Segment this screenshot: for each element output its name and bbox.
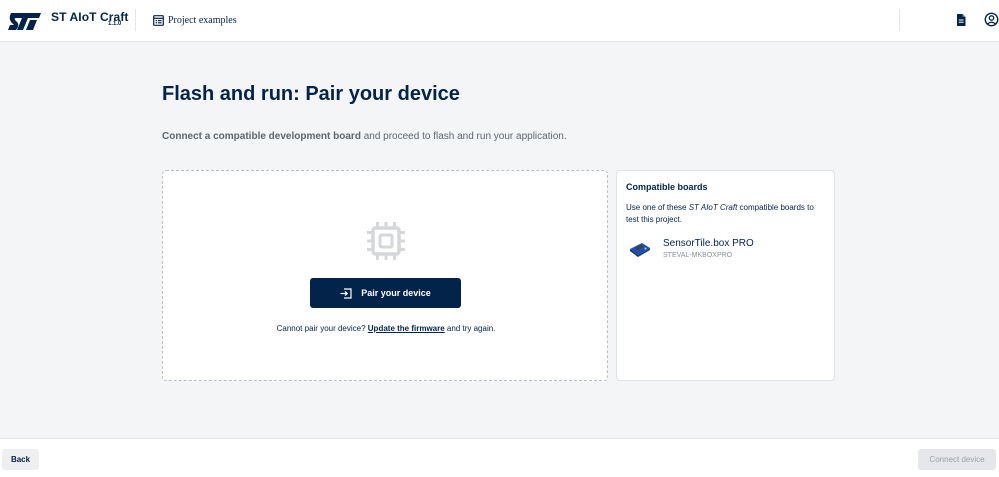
footer-bar: Back Connect device xyxy=(0,438,999,477)
compatible-boards-title: Compatible boards xyxy=(626,182,708,192)
header-divider xyxy=(899,9,900,31)
pair-help-prefix: Cannot pair your device? xyxy=(276,324,368,333)
page-title-prefix: Flash and run: xyxy=(162,83,306,105)
app-version: 1.1.0 xyxy=(108,21,122,27)
board-name: SensorTile.box PRO xyxy=(663,238,754,249)
user-account-icon[interactable] xyxy=(984,12,999,27)
pair-device-panel: Pair your device Cannot pair your device… xyxy=(162,170,608,381)
board-code: STEVAL-MKBOXPRO xyxy=(663,252,733,259)
boards-desc-app-name: ST AIoT Craft xyxy=(688,203,738,212)
compatible-boards-description: Use one of these ST AIoT Craft compatibl… xyxy=(626,202,826,226)
document-icon[interactable] xyxy=(954,13,968,27)
pair-login-icon xyxy=(340,287,352,299)
pair-help-text: Cannot pair your device? Update the firm… xyxy=(163,324,609,333)
project-list-icon xyxy=(153,14,164,26)
page-subtitle: Connect a compatible development board a… xyxy=(162,131,567,142)
page-subtitle-rest: and proceed to flash and run your applic… xyxy=(360,131,567,142)
header-divider xyxy=(135,9,136,31)
page-title-strong: Pair your device xyxy=(305,83,460,105)
page-title: Flash and run: Pair your device xyxy=(162,83,460,106)
board-item-sensortile-box-pro[interactable]: SensorTile.box PRO STEVAL-MKBOXPRO xyxy=(626,238,826,264)
pair-help-suffix: and try again. xyxy=(444,324,496,333)
page-subtitle-strong: Connect a compatible development board xyxy=(162,131,361,142)
chip-icon xyxy=(367,222,405,260)
st-logo-icon[interactable] xyxy=(7,10,43,32)
connect-device-button[interactable]: Connect device xyxy=(918,449,996,470)
nav-project-examples-label: Project examples xyxy=(168,14,237,26)
boards-desc-prefix: Use one of these xyxy=(626,203,689,212)
update-firmware-link[interactable]: Update the firmware xyxy=(368,324,445,333)
compatible-boards-panel: Compatible boards Use one of these ST AI… xyxy=(616,170,835,381)
nav-project-examples[interactable]: Project examples xyxy=(153,13,237,27)
board-thumbnail-icon xyxy=(630,243,650,257)
pair-device-button-label: Pair your device xyxy=(361,288,431,298)
app-header: ST AIoT Craft 1.1.0 Project examples xyxy=(0,0,999,42)
back-button[interactable]: Back xyxy=(2,449,39,470)
pair-device-button[interactable]: Pair your device xyxy=(310,278,461,308)
